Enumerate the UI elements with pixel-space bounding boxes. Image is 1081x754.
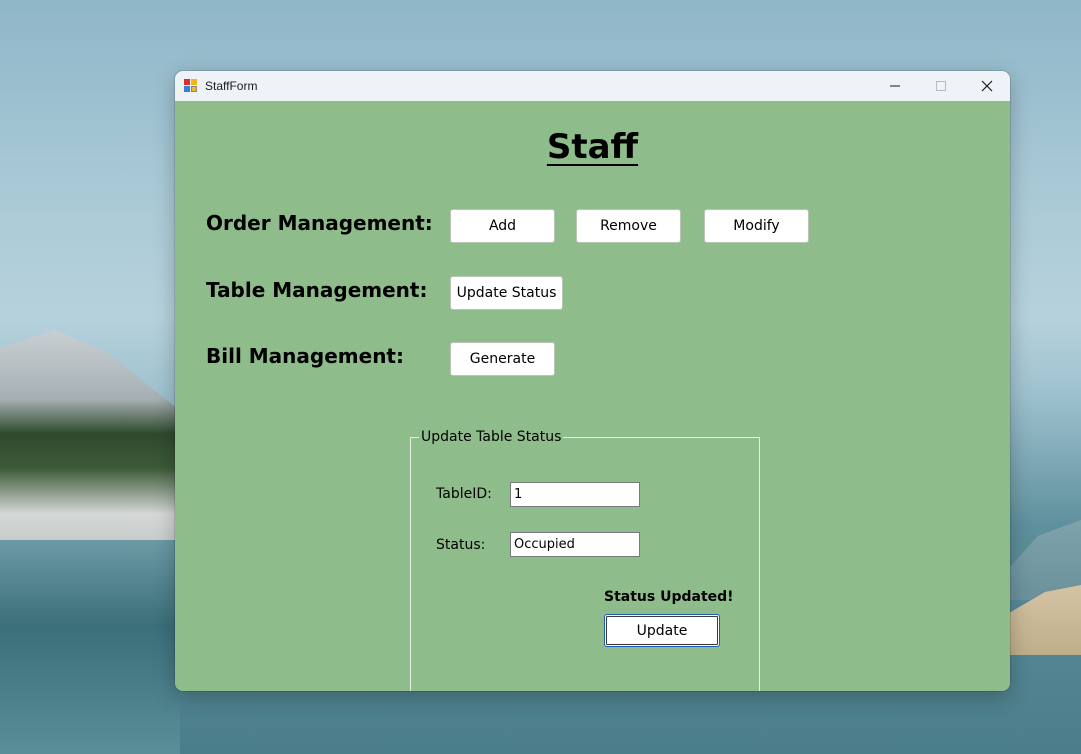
wallpaper-mountain (0, 330, 180, 560)
maximize-icon (936, 81, 946, 91)
staff-form-window: StaffForm Staff Order Management: Add Re… (175, 71, 1010, 691)
order-management-label: Order Management: (206, 211, 433, 235)
status-input[interactable]: Occupied (510, 532, 640, 557)
title-bar[interactable]: StaffForm (175, 71, 1010, 101)
bill-management-label: Bill Management: (206, 344, 404, 368)
generate-bill-button[interactable]: Generate (450, 342, 555, 376)
update-status-button[interactable]: Update Status (450, 276, 563, 310)
window-controls (872, 71, 1010, 101)
status-updated-message: Status Updated! (604, 589, 734, 605)
close-button[interactable] (964, 71, 1010, 101)
update-table-status-group (410, 437, 760, 691)
group-legend: Update Table Status (419, 429, 564, 445)
update-button[interactable]: Update (604, 614, 720, 647)
app-form-icon (184, 79, 198, 93)
table-id-input[interactable]: 1 (510, 482, 640, 507)
remove-order-button[interactable]: Remove (576, 209, 681, 243)
maximize-button (918, 71, 964, 101)
page-title-text: Staff (546, 127, 639, 167)
minimize-button[interactable] (872, 71, 918, 101)
close-icon (981, 80, 993, 92)
table-management-label: Table Management: (206, 278, 428, 302)
modify-order-button[interactable]: Modify (704, 209, 809, 243)
window-title: StaffForm (205, 79, 258, 93)
wallpaper-lake (0, 540, 180, 754)
add-order-button[interactable]: Add (450, 209, 555, 243)
minimize-icon (890, 85, 900, 87)
page-title: Staff (175, 127, 1010, 167)
table-id-label: TableID: (436, 486, 492, 502)
status-label: Status: (436, 537, 486, 553)
form-client-area: Staff Order Management: Add Remove Modif… (175, 101, 1010, 691)
